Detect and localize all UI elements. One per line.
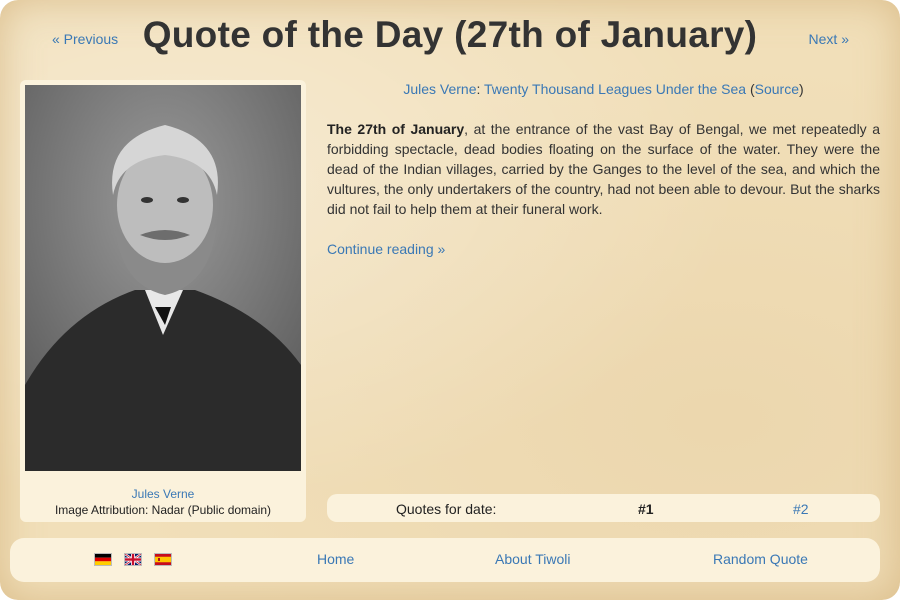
random-quote-link[interactable]: Random Quote [713,551,808,567]
quote-number-link[interactable]: #2 [793,501,809,517]
german-flag-icon[interactable] [94,553,112,566]
about-link[interactable]: About Tiwoli [495,551,570,567]
uk-flag-icon[interactable] [124,553,142,566]
portrait-author-link[interactable]: Jules Verne [20,487,306,501]
book-link[interactable]: Twenty Thousand Leagues Under the Sea [484,81,746,97]
quote-source-line: Jules Verne: Twenty Thousand Leagues Und… [327,81,880,97]
author-portrait[interactable] [25,85,301,471]
portrait-image [25,85,301,471]
footer: Home About Tiwoli Random Quote [10,538,880,582]
quotes-for-date-label: Quotes for date: [396,501,497,517]
spanish-flag-icon[interactable] [154,553,172,566]
source-link[interactable]: Source [755,81,799,97]
home-link[interactable]: Home [317,551,354,567]
current-quote-number: #1 [638,501,654,517]
header: « Previous Quote of the Day (27th of Jan… [0,0,900,80]
source-separator: : [476,81,485,97]
next-link[interactable]: Next » [809,31,849,47]
source-open-paren: ( [746,81,755,97]
source-close-paren: ) [799,81,804,97]
continue-reading-link[interactable]: Continue reading » [327,241,445,257]
page-title: Quote of the Day (27th of January) [142,14,758,55]
author-link[interactable]: Jules Verne [403,81,476,97]
quotes-for-date-bar: Quotes for date: #1 #2 [327,494,880,522]
quote-date: The 27th of January [327,121,465,137]
portrait-panel: Jules Verne Image Attribution: Nadar (Pu… [20,80,306,522]
page: « Previous Quote of the Day (27th of Jan… [0,0,900,600]
quote-text: The 27th of January, at the entrance of … [327,119,880,219]
image-attribution: Image Attribution: Nadar (Public domain) [54,503,272,517]
